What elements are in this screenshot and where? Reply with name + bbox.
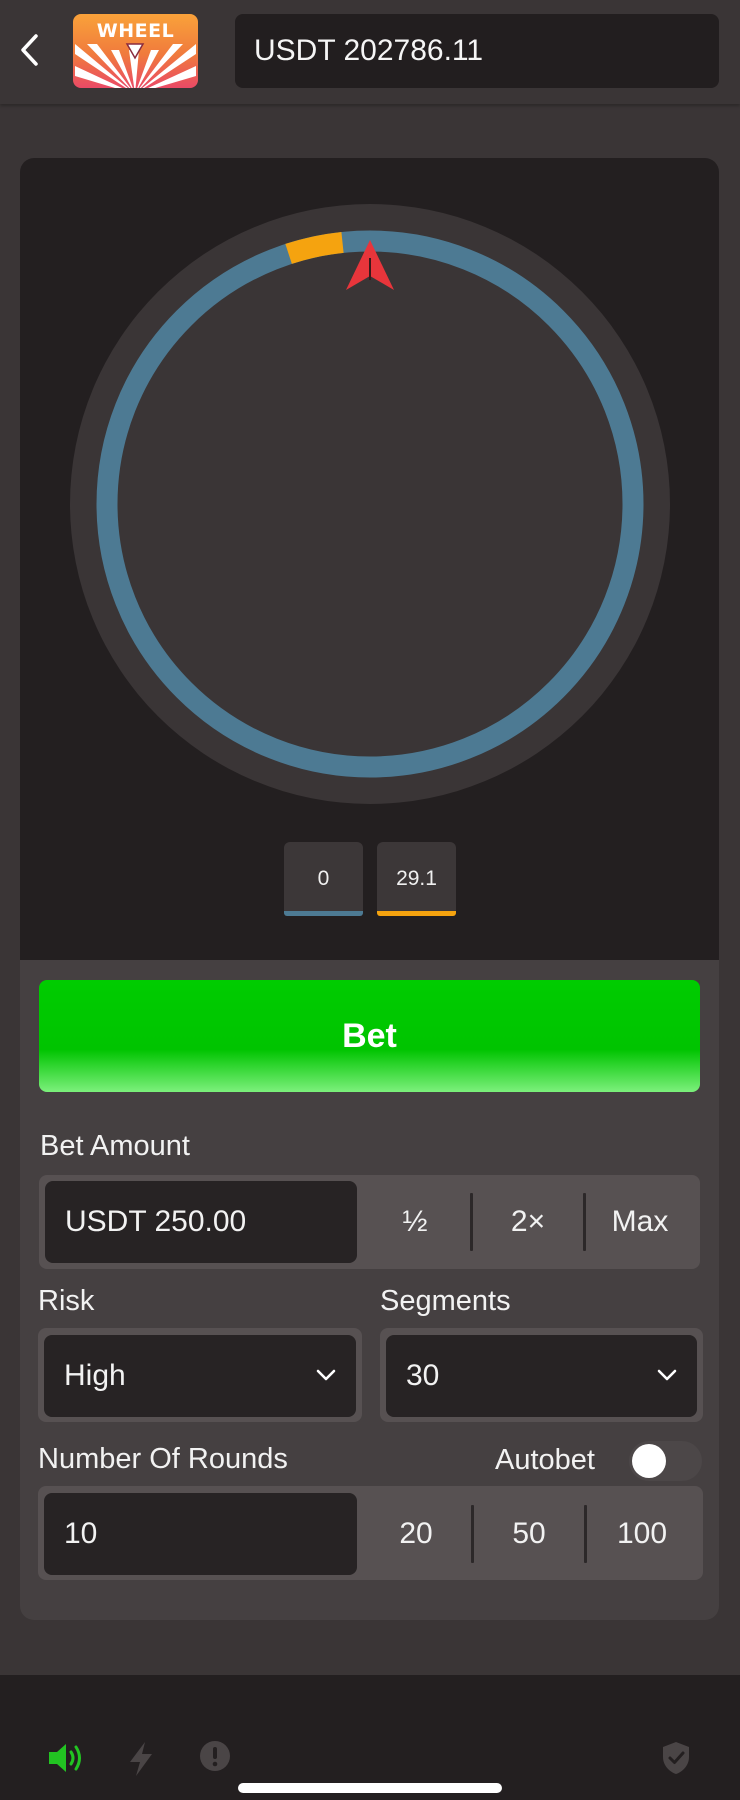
balance-display[interactable]: USDT 202786.11 [235,14,719,88]
back-button[interactable] [12,28,48,72]
payout-value: 29.1 [396,867,437,890]
rounds-option-50[interactable]: 50 [474,1493,584,1575]
chevron-down-icon [316,1369,336,1381]
lightning-icon[interactable] [126,1740,156,1778]
toggle-knob [632,1444,666,1478]
shield-check-icon[interactable] [660,1740,692,1776]
risk-value: High [64,1359,126,1392]
rounds-option-100[interactable]: 100 [587,1493,697,1575]
bet-button[interactable]: Bet [39,980,700,1092]
wheel-stage [20,158,719,960]
half-bet-button[interactable]: ½ [361,1181,469,1263]
segments-label: Segments [380,1285,511,1317]
footer-toolbar [0,1675,740,1800]
chevron-left-icon [21,34,38,66]
autobet-label: Autobet [495,1444,595,1476]
payout-chip-1: 29.1 [377,842,456,916]
wheel-game-page: WHEEL USDT 202786.11 0 29.1 Bet Bet Amou… [0,0,740,1800]
home-indicator [238,1783,502,1793]
max-bet-button[interactable]: Max [586,1181,694,1263]
chevron-down-icon [657,1369,677,1381]
segments-select[interactable]: 30 [386,1335,697,1417]
double-bet-button[interactable]: 2× [473,1181,583,1263]
rounds-option-20[interactable]: 20 [361,1493,471,1575]
payout-value: 0 [317,867,330,890]
payout-chip-0: 0 [284,842,363,916]
payout-color-bar [284,911,363,916]
bet-amount-input[interactable]: USDT 250.00 [45,1181,357,1263]
risk-select[interactable]: High [44,1335,356,1417]
wheel [70,204,670,804]
wheel-segment-winning [285,231,344,264]
rounds-input[interactable]: 10 [44,1493,357,1575]
risk-label: Risk [38,1285,95,1317]
autobet-toggle[interactable] [629,1441,702,1481]
header: WHEEL USDT 202786.11 [0,0,740,104]
payout-color-bar [377,911,456,916]
segments-value: 30 [406,1359,440,1392]
wheel-outer-rim [70,204,670,804]
game-logo: WHEEL [73,14,198,88]
alert-icon[interactable] [199,1740,231,1772]
bet-amount-label: Bet Amount [40,1130,190,1162]
volume-icon[interactable] [46,1740,86,1776]
rounds-label: Number Of Rounds [38,1443,288,1475]
logo-text: WHEEL [96,20,175,42]
